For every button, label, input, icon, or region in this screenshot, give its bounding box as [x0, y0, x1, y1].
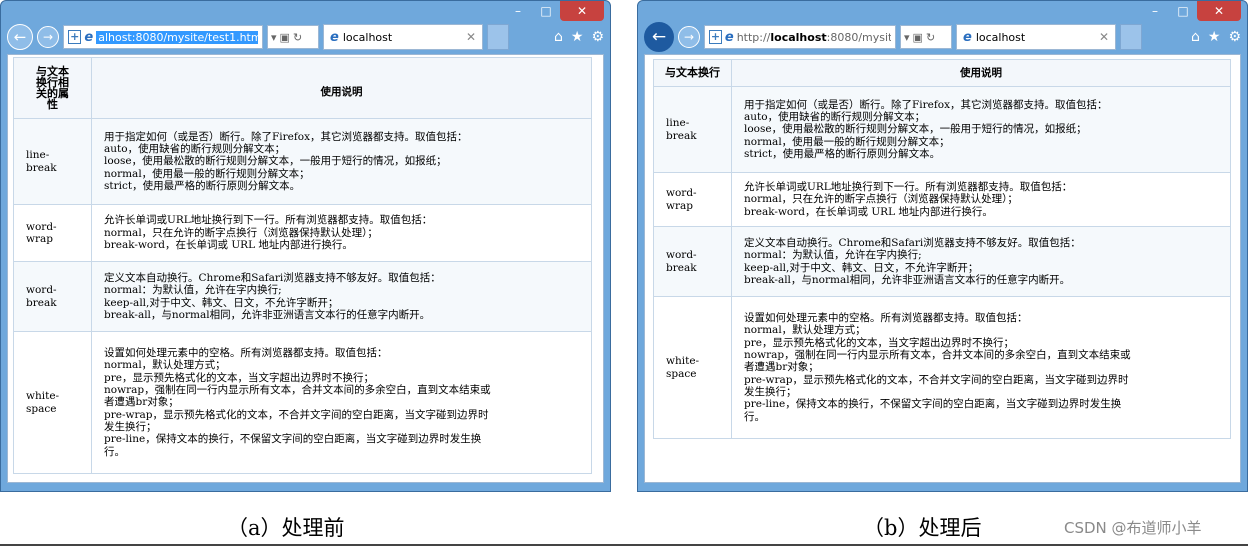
browser-window-after: – □ ✕ ← → + e http://localhost:8080/mysi… [637, 0, 1248, 492]
minimize-icon[interactable]: – [1141, 1, 1169, 21]
browser-window-before: – □ ✕ ← → + e alhost:8080/mysite/test1.h… [0, 0, 611, 492]
page-content: 与文本换行 使用说明 line-break 用于指定如何（或是否）断行。除了Fi… [644, 54, 1241, 483]
address-bar[interactable]: + e alhost:8080/mysite/test1.html [63, 25, 263, 49]
header-description: 使用说明 [91, 57, 592, 119]
header-property: 与文本换行 [653, 59, 732, 87]
desc-white-space: 设置如何处理元素中的空格。所有浏览器都支持。取值包括： normal，默认处理方… [731, 296, 1231, 439]
search-dropdown-icon[interactable]: ▾ [904, 31, 910, 44]
table-row: word-break 定义文本自动换行。Chrome和Safari浏览器支持不够… [13, 261, 592, 332]
star-icon[interactable]: ★ [571, 29, 584, 45]
compat-view-icon[interactable]: ▣ [913, 31, 923, 44]
close-icon[interactable]: ✕ [560, 1, 604, 21]
new-tab-button[interactable] [487, 24, 509, 50]
page-content: 与文本 换行相 关的属 性 使用说明 line-break 用于指定如何（或是否… [7, 54, 604, 483]
table-row: word-break 定义文本自动换行。Chrome和Safari浏览器支持不够… [653, 226, 1231, 297]
new-tab-button[interactable] [1120, 24, 1142, 50]
ie-tab-icon: e [963, 29, 972, 45]
close-icon[interactable]: ✕ [1197, 1, 1241, 21]
prop-word-wrap: word-wrap [653, 172, 732, 227]
search-dropdown-icon[interactable]: ▾ [271, 31, 277, 44]
properties-table: 与文本 换行相 关的属 性 使用说明 line-break 用于指定如何（或是否… [13, 57, 592, 474]
table-row: white-space 设置如何处理元素中的空格。所有浏览器都支持。取值包括： … [653, 296, 1231, 439]
prop-word-break: word-break [653, 226, 732, 297]
gear-icon[interactable]: ⚙ [591, 29, 604, 45]
forward-icon[interactable]: → [678, 26, 700, 48]
star-icon[interactable]: ★ [1208, 29, 1221, 45]
tab-close-icon[interactable]: ✕ [466, 30, 476, 44]
toolbar-icons: ⌂ ★ ⚙ [1191, 29, 1241, 45]
prop-white-space: white-space [653, 296, 732, 439]
ie-logo-icon: e [724, 29, 734, 45]
ie-tab-icon: e [330, 29, 339, 45]
table-row: line-break 用于指定如何（或是否）断行。除了Firefox，其它浏览器… [653, 86, 1231, 173]
navigation-bar: ← → + e http://localhost:8080/mysite/t ▾… [638, 21, 1247, 53]
add-favorite-icon[interactable]: + [68, 30, 82, 44]
ie-logo-icon: e [84, 29, 94, 45]
caption-after: （b）处理后 [863, 516, 982, 540]
table-row: white-space 设置如何处理元素中的空格。所有浏览器都支持。取值包括： … [13, 331, 592, 474]
maximize-icon[interactable]: □ [1169, 1, 1197, 21]
tab-title: localhost [975, 30, 1026, 44]
address-bar[interactable]: + e http://localhost:8080/mysite/t [704, 25, 896, 49]
compat-view-icon[interactable]: ▣ [280, 31, 290, 44]
properties-table: 与文本换行 使用说明 line-break 用于指定如何（或是否）断行。除了Fi… [653, 59, 1231, 439]
desc-word-break: 定义文本自动换行。Chrome和Safari浏览器支持不够友好。取值包括： no… [731, 226, 1231, 297]
back-icon[interactable]: ← [644, 22, 674, 52]
prop-word-wrap: word-wrap [13, 204, 92, 262]
minimize-icon[interactable]: – [504, 1, 532, 21]
prop-white-space: white-space [13, 331, 92, 474]
window-caption-buttons: – □ ✕ [1141, 1, 1241, 21]
table-row: line-break 用于指定如何（或是否）断行。除了Firefox，其它浏览器… [13, 118, 592, 205]
caption-before: （a）处理前 [227, 516, 345, 540]
address-url[interactable]: http://localhost:8080/mysite/t [737, 31, 891, 44]
forward-icon[interactable]: → [37, 26, 59, 48]
desc-white-space: 设置如何处理元素中的空格。所有浏览器都支持。取值包括： normal，默认处理方… [91, 331, 592, 474]
desc-line-break: 用于指定如何（或是否）断行。除了Firefox，其它浏览器都支持。取值包括： a… [731, 86, 1231, 173]
tab-title: localhost [342, 30, 393, 44]
header-description: 使用说明 [731, 59, 1231, 87]
desc-word-wrap: 允许长单词或URL地址换行到下一行。所有浏览器都支持。取值包括： normal，… [731, 172, 1231, 227]
address-actions: ▾ ▣ ↻ [900, 25, 952, 49]
toolbar-icons: ⌂ ★ ⚙ [554, 29, 604, 45]
add-favorite-icon[interactable]: + [709, 30, 722, 44]
back-icon[interactable]: ← [7, 24, 33, 50]
gear-icon[interactable]: ⚙ [1228, 29, 1241, 45]
home-icon[interactable]: ⌂ [1191, 29, 1200, 45]
prop-line-break: line-break [13, 118, 92, 205]
address-actions: ▾ ▣ ↻ [267, 25, 319, 49]
window-caption-buttons: – □ ✕ [504, 1, 604, 21]
watermark: CSDN @布道师小羊 [1064, 519, 1202, 537]
refresh-icon[interactable]: ↻ [926, 31, 935, 44]
table-row: word-wrap 允许长单词或URL地址换行到下一行。所有浏览器都支持。取值包… [653, 172, 1231, 227]
header-property: 与文本 换行相 关的属 性 [13, 57, 92, 119]
refresh-icon[interactable]: ↻ [293, 31, 302, 44]
desc-word-wrap: 允许长单词或URL地址换行到下一行。所有浏览器都支持。取值包括： normal，… [91, 204, 592, 262]
desc-line-break: 用于指定如何（或是否）断行。除了Firefox，其它浏览器都支持。取值包括： a… [91, 118, 592, 205]
table-row: word-wrap 允许长单词或URL地址换行到下一行。所有浏览器都支持。取值包… [13, 204, 592, 262]
navigation-bar: ← → + e alhost:8080/mysite/test1.html ▾ … [1, 21, 610, 53]
tab-close-icon[interactable]: ✕ [1099, 30, 1109, 44]
address-url[interactable]: alhost:8080/mysite/test1.html [96, 30, 258, 44]
tab-localhost[interactable]: e localhost ✕ [956, 24, 1116, 50]
prop-line-break: line-break [653, 86, 732, 173]
tab-localhost[interactable]: e localhost ✕ [323, 24, 483, 50]
maximize-icon[interactable]: □ [532, 1, 560, 21]
prop-word-break: word-break [13, 261, 92, 332]
desc-word-break: 定义文本自动换行。Chrome和Safari浏览器支持不够友好。取值包括： no… [91, 261, 592, 332]
home-icon[interactable]: ⌂ [554, 29, 563, 45]
